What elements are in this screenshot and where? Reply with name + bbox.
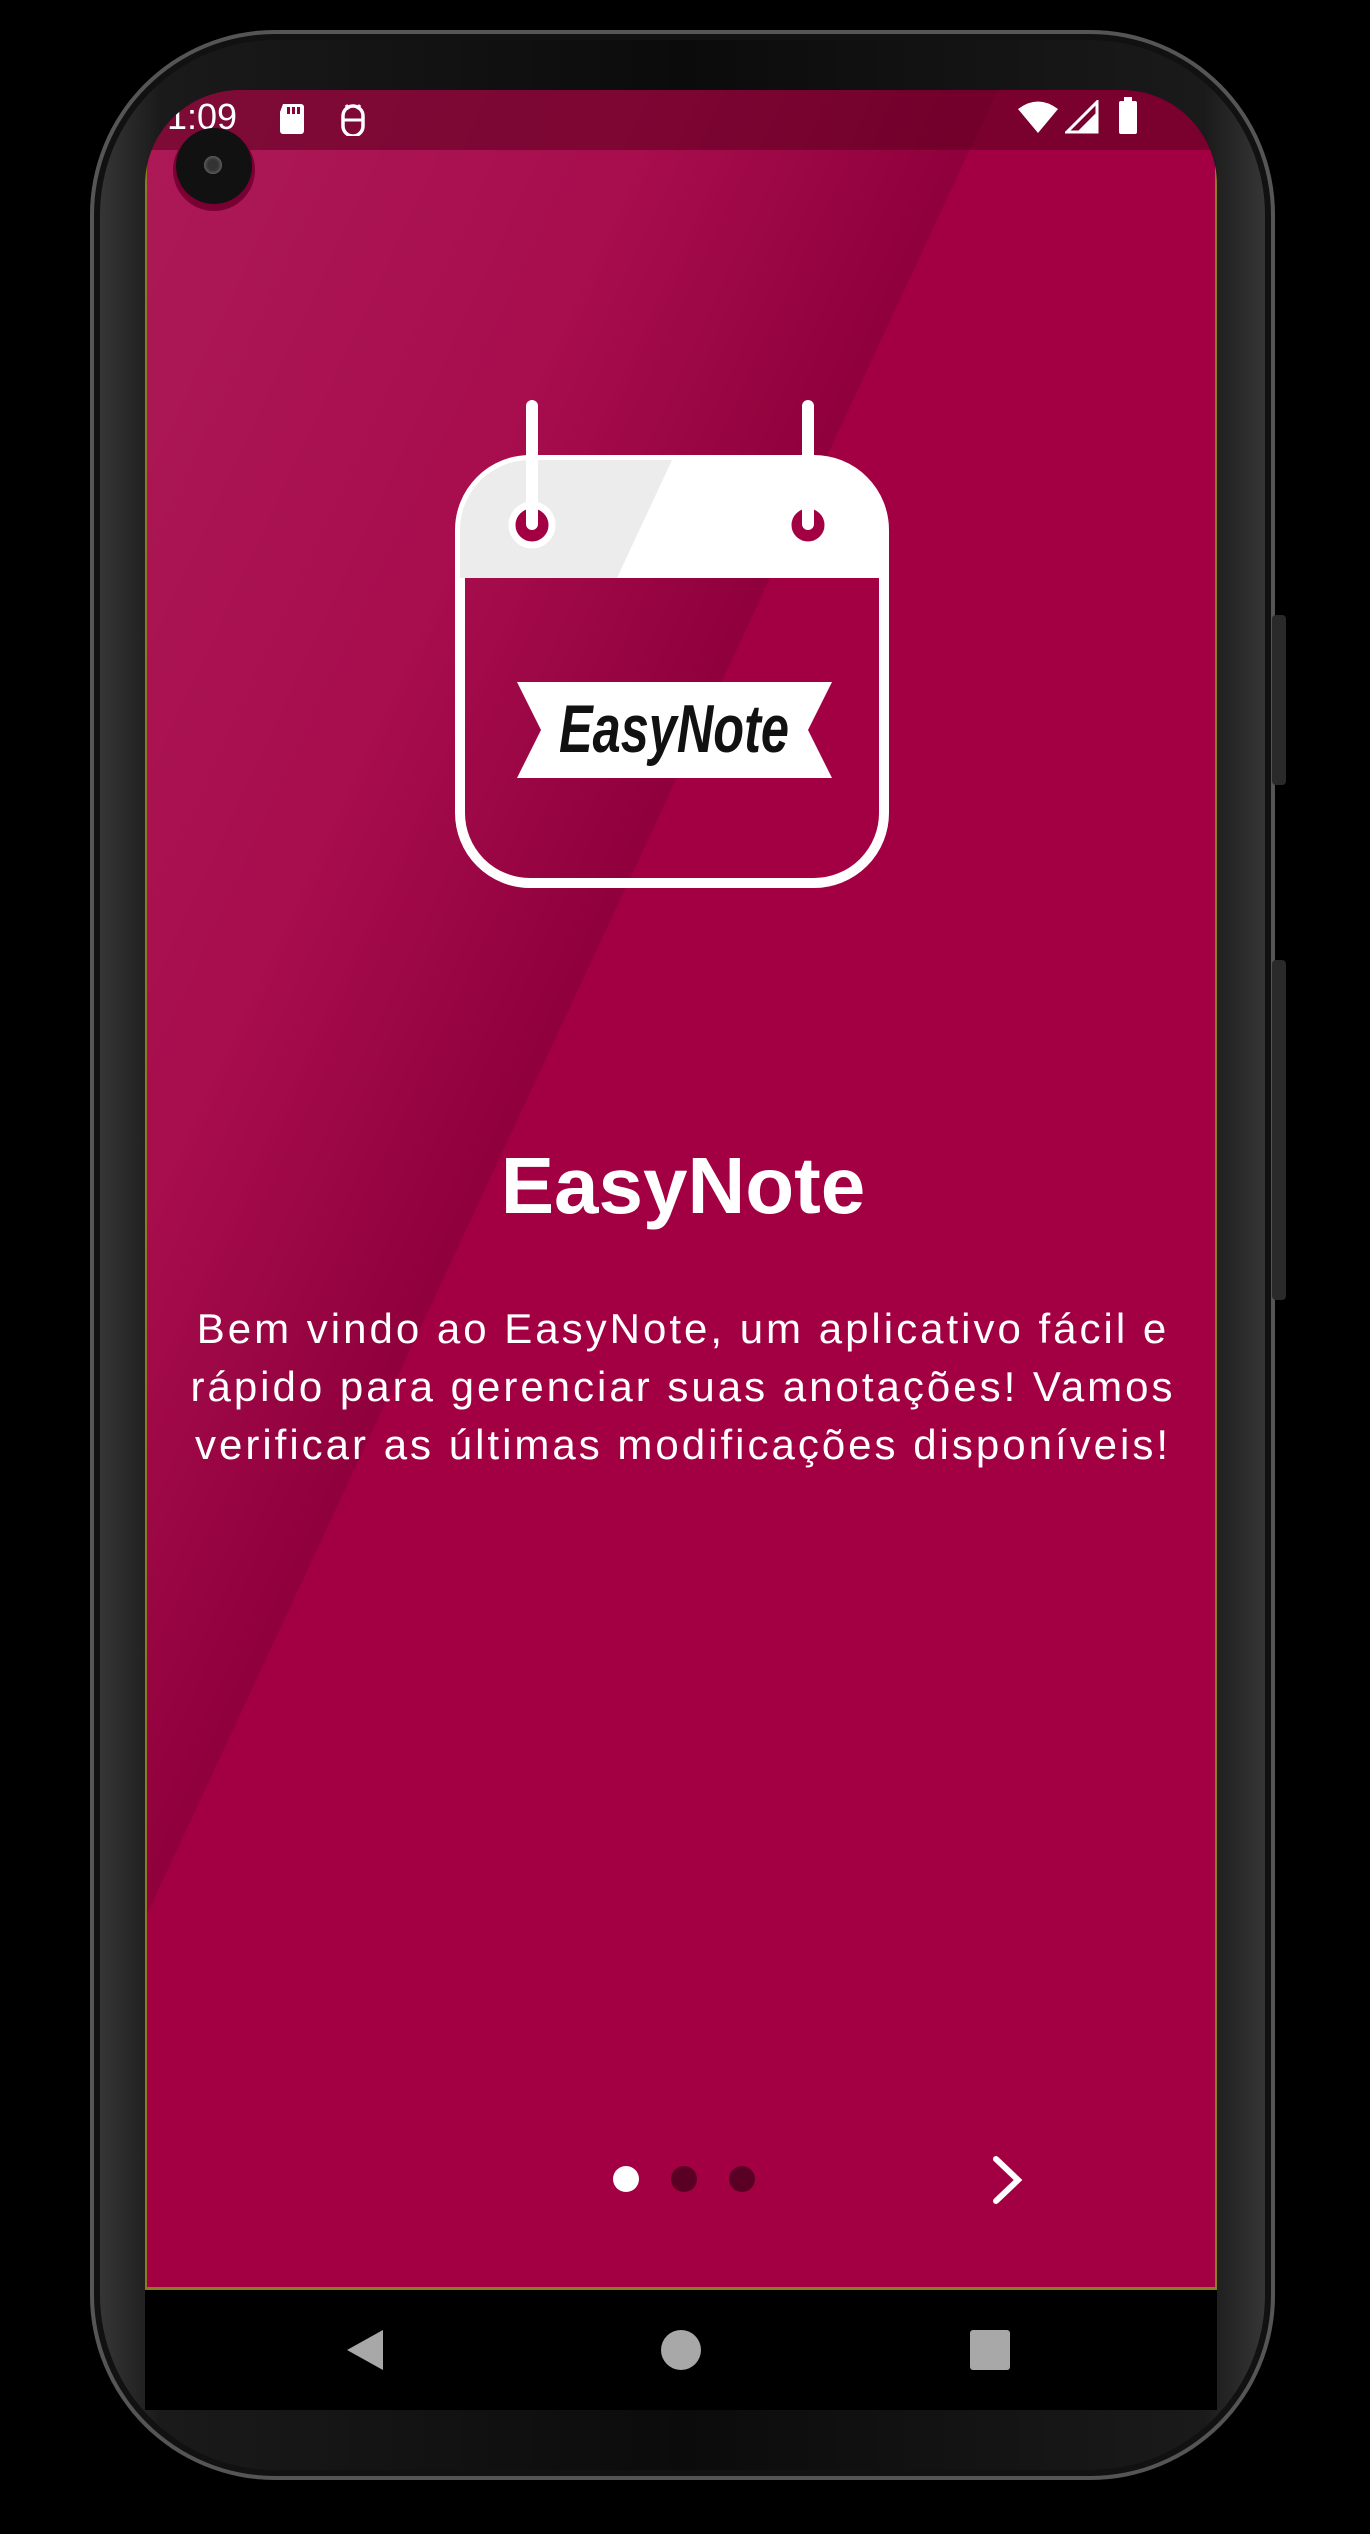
recents-icon (970, 2330, 1010, 2370)
back-button[interactable] (335, 2320, 395, 2380)
back-icon (347, 2330, 383, 2370)
onboarding-description: Bem vindo ao EasyNote, um aplicativo fác… (190, 1305, 1176, 1468)
page-dot[interactable] (729, 2166, 755, 2192)
home-button[interactable] (651, 2320, 711, 2380)
next-button[interactable] (972, 2145, 1042, 2215)
onboarding-title: EasyNote (500, 1141, 866, 1230)
battery-icon (1117, 96, 1139, 140)
front-camera (176, 128, 252, 204)
home-icon (661, 2330, 701, 2370)
easynote-logo: EasyNote (455, 400, 889, 888)
sd-card-icon (277, 102, 307, 140)
logo-text: EasyNote (559, 691, 789, 767)
phone-screen: 1:09 EasyNote EasyNote Bem vindo ao Easy… (145, 90, 1217, 2410)
page-indicator (613, 2166, 755, 2192)
volume-button (1272, 960, 1286, 1300)
power-button (1272, 615, 1286, 785)
page-dot-active[interactable] (613, 2166, 639, 2192)
navigation-bar (145, 2290, 1217, 2410)
recents-button[interactable] (960, 2320, 1020, 2380)
page-dot[interactable] (671, 2166, 697, 2192)
cell-signal-icon (1063, 98, 1099, 138)
chevron-right-icon (993, 2156, 1023, 2204)
android-debug-icon (337, 102, 369, 140)
onboarding-screen: 1:09 EasyNote EasyNote Bem vindo ao Easy… (145, 90, 1217, 2290)
status-bar: 1:09 (147, 90, 1215, 150)
wifi-icon (1017, 100, 1059, 138)
